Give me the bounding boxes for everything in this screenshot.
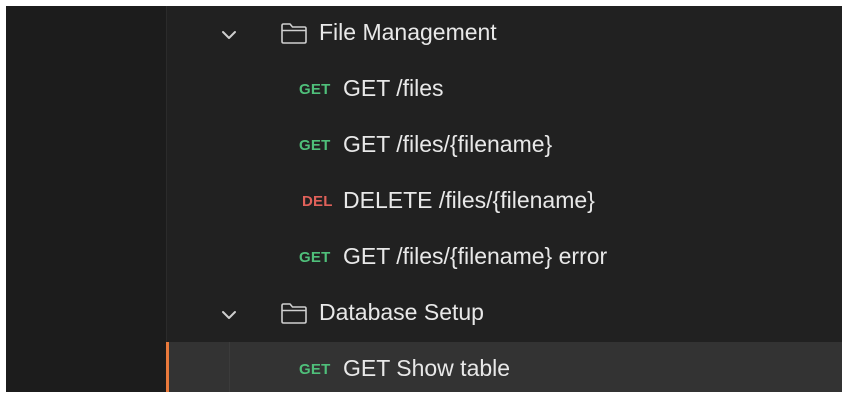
chevron-down-icon[interactable] <box>219 25 239 45</box>
indent-guide <box>229 342 230 392</box>
request-label: GET /files <box>343 75 444 101</box>
request-item[interactable]: DEL DELETE /files/{filename} <box>167 174 842 230</box>
folder-database-setup[interactable]: Database Setup <box>167 286 842 342</box>
sidebar-left-pane <box>6 6 166 392</box>
folder-label: Database Setup <box>319 299 484 325</box>
folder-icon <box>281 23 307 44</box>
method-badge-get: GET <box>299 249 331 266</box>
chevron-down-icon[interactable] <box>219 305 239 325</box>
method-badge-get: GET <box>299 361 331 378</box>
request-label: GET /files/{filename} <box>343 131 553 157</box>
collections-sidebar: File Management GET GET /files GET GET /… <box>6 6 842 392</box>
request-item[interactable]: GET GET /files <box>167 62 842 118</box>
selected-indicator <box>166 342 169 392</box>
method-badge-delete: DEL <box>302 193 333 210</box>
method-badge-get: GET <box>299 81 331 98</box>
folder-file-management[interactable]: File Management <box>167 6 842 62</box>
request-label: DELETE /files/{filename} <box>343 187 595 213</box>
folder-icon <box>281 303 307 324</box>
request-label: GET Show table <box>343 355 511 381</box>
collection-tree: File Management GET GET /files GET GET /… <box>166 6 842 392</box>
request-item-selected[interactable]: GET GET Show table <box>166 342 842 392</box>
method-badge-get: GET <box>299 137 331 154</box>
folder-label: File Management <box>319 19 497 45</box>
request-label: GET /files/{filename} error <box>343 243 608 269</box>
request-item[interactable]: GET GET /files/{filename} error <box>167 230 842 286</box>
request-item[interactable]: GET GET /files/{filename} <box>167 118 842 174</box>
